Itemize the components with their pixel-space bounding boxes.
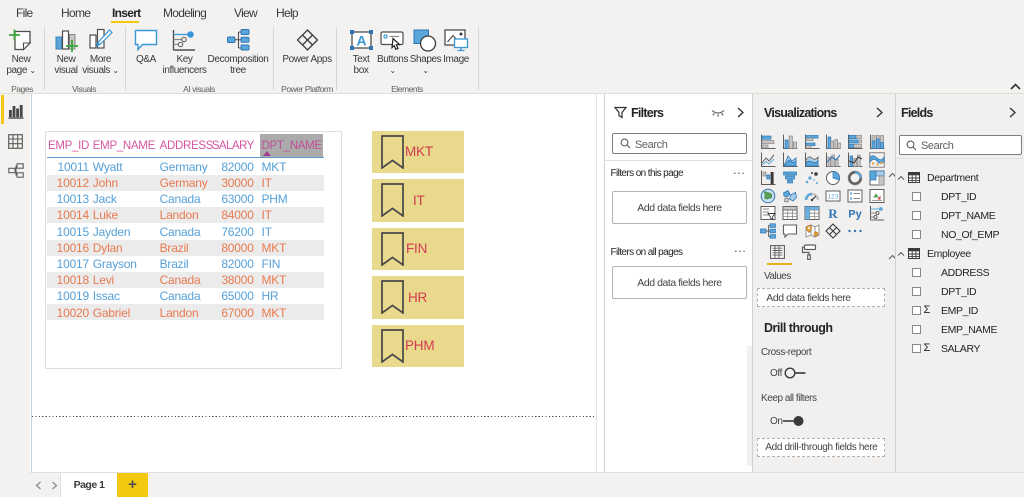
svg-text:A: A (356, 33, 366, 49)
